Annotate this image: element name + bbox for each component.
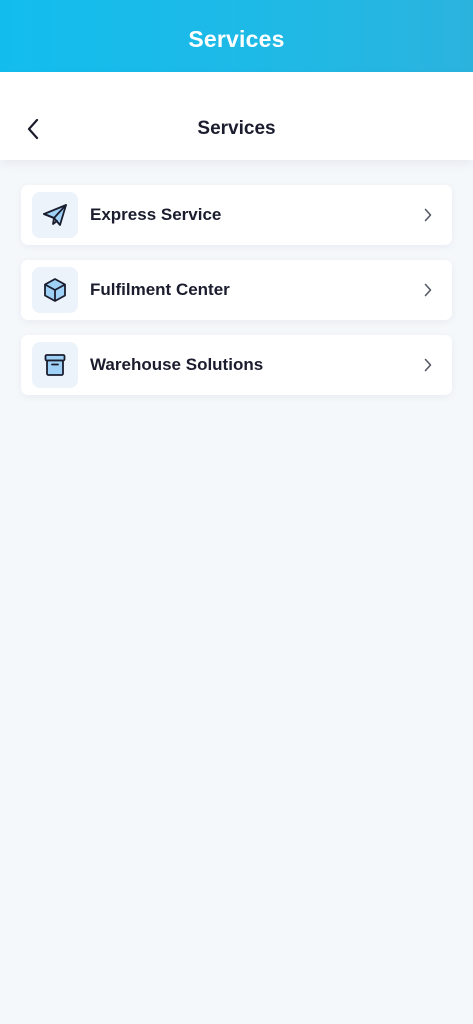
service-icon-tile (32, 267, 78, 313)
service-label: Warehouse Solutions (90, 355, 264, 374)
paper-plane-icon (43, 204, 67, 226)
chevron-right-icon (422, 282, 434, 298)
service-label: Express Service (90, 205, 222, 224)
chevron-right-icon (422, 357, 434, 373)
app-bar-title: Services (188, 25, 285, 52)
cube-icon (44, 278, 66, 302)
service-item-fulfilment[interactable]: Fulfilment Center (21, 260, 452, 320)
service-label: Fulfilment Center (90, 280, 230, 299)
service-item-warehouse[interactable]: Warehouse Solutions (21, 335, 452, 395)
page-title: Services (197, 118, 276, 139)
chevron-right-icon (422, 207, 434, 223)
app-bar: Services (0, 0, 473, 72)
archive-box-icon (44, 354, 66, 376)
service-icon-tile (32, 342, 78, 388)
service-icon-tile (32, 192, 78, 238)
service-list: Express Service Fulfilment Center Wareho… (21, 185, 452, 410)
page-header: Services (0, 72, 473, 160)
service-item-express[interactable]: Express Service (21, 185, 452, 245)
